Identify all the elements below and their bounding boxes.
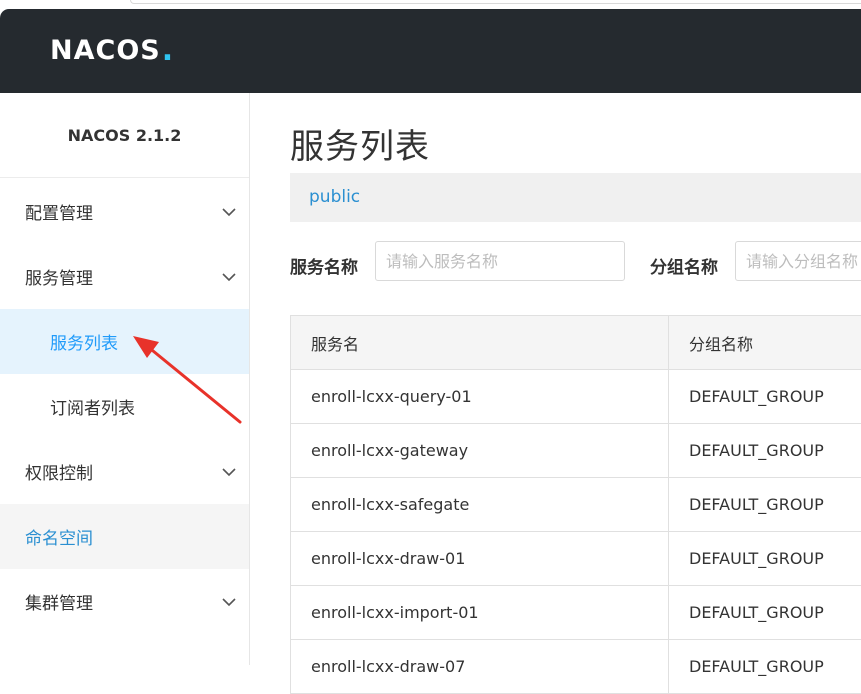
service-table: 服务名 分组名称 enroll-lcxx-query-01 DEFAULT_GR… (290, 315, 861, 694)
sidebar-version: NACOS 2.1.2 (0, 93, 249, 178)
table-row[interactable]: enroll-lcxx-draw-01 DEFAULT_GROUP (291, 532, 861, 586)
chevron-down-icon (221, 464, 237, 480)
namespace-public-link[interactable]: public (309, 187, 360, 207)
logo-text-o: O (116, 35, 140, 66)
sidebar-item-cluster-management[interactable]: 集群管理 (0, 569, 249, 634)
sidebar-item-label: 订阅者列表 (50, 394, 135, 419)
cell-group-name: DEFAULT_GROUP (669, 640, 861, 694)
logo-text-suffix: S (140, 35, 160, 66)
service-name-input[interactable] (375, 241, 625, 281)
table-header-row: 服务名 分组名称 (291, 316, 861, 370)
table-row[interactable]: enroll-lcxx-draw-07 DEFAULT_GROUP (291, 640, 861, 694)
sidebar-item-service-management[interactable]: 服务管理 (0, 244, 249, 309)
namespace-bar: public (290, 173, 861, 222)
sidebar-item-namespace[interactable]: 命名空间 (0, 504, 249, 569)
cell-service-name: enroll-lcxx-draw-01 (291, 532, 669, 586)
nacos-logo[interactable]: NACOS. (50, 34, 174, 66)
browser-chrome (0, 0, 861, 9)
sidebar-item-label: 集群管理 (25, 589, 93, 614)
chevron-down-icon (221, 269, 237, 285)
cell-service-name: enroll-lcxx-safegate (291, 478, 669, 532)
group-name-input[interactable] (735, 241, 861, 281)
cell-group-name: DEFAULT_GROUP (669, 586, 861, 640)
cell-service-name: enroll-lcxx-import-01 (291, 586, 669, 640)
sidebar-item-label: 命名空间 (25, 524, 93, 549)
cell-group-name: DEFAULT_GROUP (669, 424, 861, 478)
cell-service-name: enroll-lcxx-query-01 (291, 370, 669, 424)
chevron-down-icon (221, 594, 237, 610)
chevron-down-icon (221, 204, 237, 220)
page-title: 服务列表 (290, 119, 430, 168)
top-header: NACOS. (0, 9, 861, 93)
group-name-label: 分组名称 (650, 253, 718, 278)
service-name-label: 服务名称 (290, 253, 358, 278)
sidebar-item-config-management[interactable]: 配置管理 (0, 179, 249, 244)
table-row[interactable]: enroll-lcxx-import-01 DEFAULT_GROUP (291, 586, 861, 640)
cell-group-name: DEFAULT_GROUP (669, 532, 861, 586)
table-row[interactable]: enroll-lcxx-gateway DEFAULT_GROUP (291, 424, 861, 478)
cell-group-name: DEFAULT_GROUP (669, 370, 861, 424)
column-header-group-name[interactable]: 分组名称 (669, 316, 861, 370)
logo-dot: . (162, 33, 174, 68)
sidebar-item-access-control[interactable]: 权限控制 (0, 439, 249, 504)
sidebar-item-label: 配置管理 (25, 199, 93, 224)
sidebar-item-label: 服务列表 (50, 329, 118, 354)
column-header-service-name[interactable]: 服务名 (291, 316, 669, 370)
annotation-arrow-icon (125, 330, 250, 430)
table-row[interactable]: enroll-lcxx-query-01 DEFAULT_GROUP (291, 370, 861, 424)
cell-group-name: DEFAULT_GROUP (669, 478, 861, 532)
cell-service-name: enroll-lcxx-draw-07 (291, 640, 669, 694)
sidebar-item-label: 权限控制 (25, 459, 93, 484)
sidebar-item-label: 服务管理 (25, 264, 93, 289)
logo-text-prefix: NAC (50, 35, 116, 66)
table-row[interactable]: enroll-lcxx-safegate DEFAULT_GROUP (291, 478, 861, 532)
cell-service-name: enroll-lcxx-gateway (291, 424, 669, 478)
browser-tab-edge (130, 0, 861, 4)
main-content: 服务列表 public 服务名称 分组名称 服务名 分组名称 enroll-lc… (250, 93, 861, 665)
